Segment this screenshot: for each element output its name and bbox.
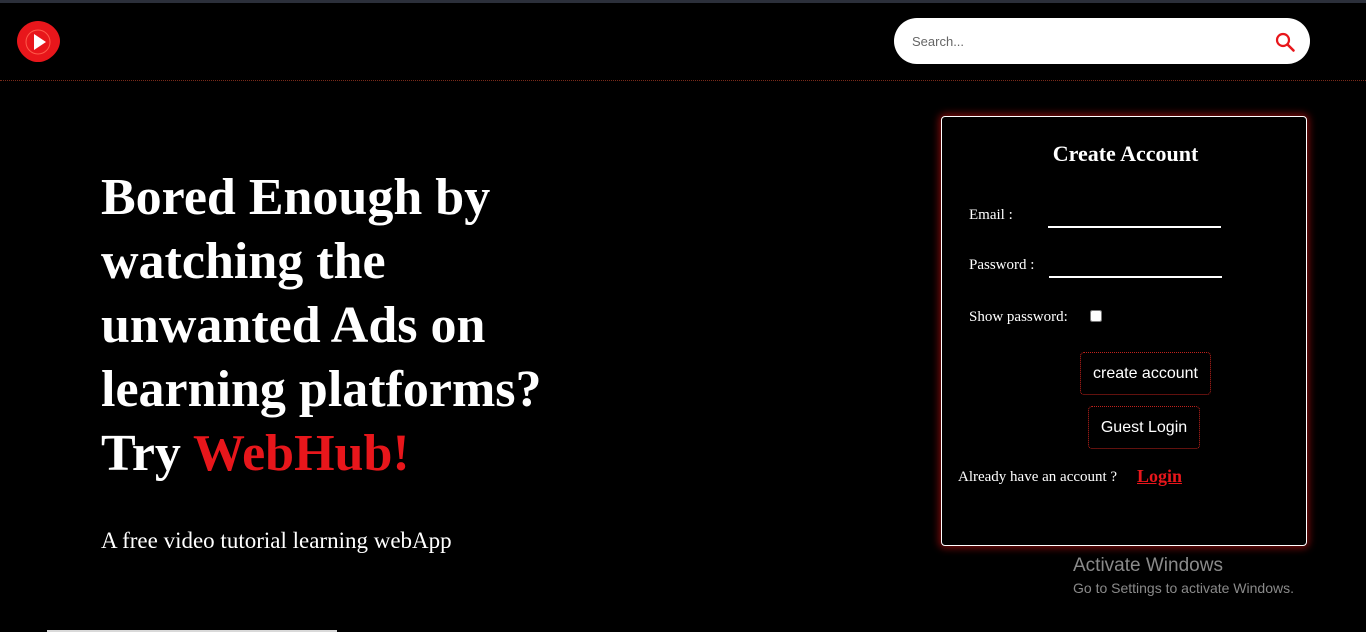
watermark-subtitle: Go to Settings to activate Windows. (1073, 580, 1294, 596)
show-password-checkbox[interactable] (1090, 310, 1102, 322)
play-logo-icon[interactable] (14, 17, 62, 65)
hero-section: Bored Enough by watching the unwanted Ad… (101, 166, 621, 486)
activate-windows-watermark: Activate Windows Go to Settings to activ… (1073, 554, 1294, 598)
email-label: Email : (969, 207, 1013, 223)
headline-try-line: Try WebHub! (101, 422, 621, 486)
card-title: Create Account (1052, 141, 1199, 166)
guest-login-button[interactable]: Guest Login (1088, 406, 1200, 449)
headline-line: Bored Enough by (101, 169, 491, 226)
headline-line: watching the (101, 233, 386, 290)
navbar (0, 3, 1366, 81)
hero-headline: Bored Enough by watching the unwanted Ad… (101, 166, 621, 486)
brand-name: WebHub! (192, 425, 410, 482)
headline-line: learning platforms? (101, 361, 542, 418)
search-icon[interactable] (1274, 31, 1296, 53)
email-field[interactable] (1048, 208, 1221, 228)
show-password-label: Show password: (969, 309, 1068, 325)
headline-try: Try (101, 425, 193, 482)
password-field[interactable] (1049, 258, 1222, 278)
hero-tagline: A free video tutorial learning webApp (101, 528, 452, 553)
login-link[interactable]: Login (1137, 466, 1182, 487)
headline-line: unwanted Ads on (101, 297, 486, 354)
create-account-button[interactable]: create account (1080, 352, 1211, 395)
create-account-card: Create Account Email : Password : Show p… (941, 116, 1307, 546)
search-input[interactable] (912, 18, 1262, 64)
search-bar (894, 18, 1310, 64)
already-have-account-text: Already have an account ? (958, 469, 1118, 485)
watermark-title: Activate Windows (1073, 555, 1223, 576)
password-label: Password : (969, 257, 1035, 273)
